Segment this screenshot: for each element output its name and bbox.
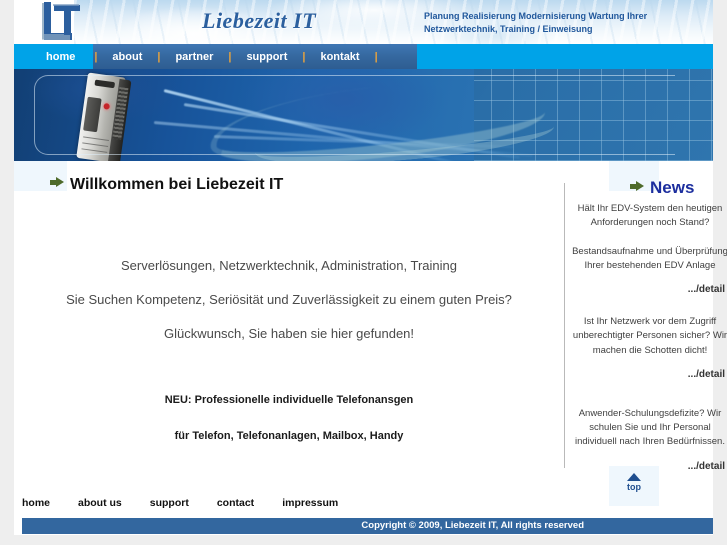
site-footer: home about us support contact impressum … [14, 466, 713, 535]
main-column: Serverlösungen, Netzwerktechnik, Adminis… [24, 191, 554, 453]
nav-link-support[interactable]: support [232, 44, 301, 69]
news-item-text: Anwender-Schulungsdefizite? Wir schulen … [575, 407, 725, 448]
header-tagline: Planung Realisierung Modernisierung Wart… [424, 10, 713, 36]
copyright-text: Copyright © 2009, Liebezeit IT, All righ… [361, 520, 584, 531]
news-item-text: Bestandsaufnahme und Überprüfung Ihrer b… [572, 245, 727, 271]
promo-line-1: NEU: Professionelle individuelle Telefon… [164, 394, 414, 406]
news-detail-link[interactable]: .../detail [571, 282, 727, 297]
footer-link-support[interactable]: support [150, 497, 205, 509]
site-header: Liebezeit IT Planung Realisierung Modern… [14, 0, 713, 44]
news-item: Hält Ihr EDV-System den heutigen Anforde… [565, 202, 727, 297]
chevron-up-icon [627, 473, 641, 481]
lead-line-1: Serverlösungen, Netzwerktechnik, Adminis… [121, 258, 457, 273]
news-item-text: Hält Ihr EDV-System den heutigen Anforde… [577, 203, 723, 229]
nav-item-support[interactable]: support [232, 44, 301, 69]
site-page: Liebezeit IT Planung Realisierung Modern… [14, 0, 727, 535]
nav-link-partner[interactable]: partner [161, 44, 227, 69]
brand-title: Liebezeit IT [202, 8, 317, 33]
tagline-line-1: Planung Realisierung Modernisierung Wart… [424, 11, 648, 21]
nav-link-about[interactable]: about [98, 44, 156, 69]
nav-separator-5: | [374, 50, 378, 63]
tagline-line-2: Netzwerktechnik, Training / Einweisung [424, 24, 593, 35]
arrow-right-icon [50, 176, 64, 188]
primary-nav-bar: home | about | partner | support | konta… [28, 44, 417, 69]
footer-link-home[interactable]: home [22, 497, 66, 509]
nav-link-kontakt[interactable]: kontakt [306, 44, 373, 69]
news-item: Ist Ihr Netzwerk vor dem Zugriff unberec… [565, 315, 727, 382]
news-item-text: Ist Ihr Netzwerk vor dem Zugriff unberec… [572, 316, 727, 356]
news-detail-link[interactable]: .../detail [571, 367, 727, 382]
news-item: Anwender-Schulungsdefizite? Wir schulen … [565, 407, 727, 474]
footer-link-impressum[interactable]: impressum [282, 497, 354, 509]
footer-link-about-us[interactable]: about us [78, 497, 138, 509]
primary-nav-list: home | about | partner | support | konta… [28, 44, 417, 69]
lead-line-3: Glückwunsch, Sie haben sie hier gefunden… [163, 326, 415, 341]
back-to-top-label: top [627, 482, 641, 492]
promo-line-2: für Telefon, Telefonanlagen, Mailbox, Ha… [174, 430, 404, 442]
lit-logo-icon[interactable] [36, 0, 88, 44]
copyright-bar: Copyright © 2009, Liebezeit IT, All righ… [22, 518, 713, 534]
content-area: Willkommen bei Liebezeit IT News Serverl… [14, 161, 727, 474]
back-to-top-button[interactable]: top [609, 466, 659, 506]
nav-link-home[interactable]: home [28, 44, 94, 69]
footer-nav: home about us support contact impressum [22, 497, 354, 509]
banner-border-frame [34, 75, 675, 155]
primary-nav: home | about | partner | support | konta… [14, 44, 713, 69]
nav-item-about[interactable]: about [98, 44, 156, 69]
lead-line-2: Sie Suchen Kompetenz, Seriösität und Zuv… [66, 292, 512, 307]
nav-item-kontakt[interactable]: kontakt [306, 44, 373, 69]
nav-item-partner[interactable]: partner [161, 44, 227, 69]
footer-link-contact[interactable]: contact [217, 497, 270, 509]
nav-item-home[interactable]: home [28, 44, 94, 69]
news-column: Hält Ihr EDV-System den heutigen Anforde… [565, 191, 727, 474]
hero-banner [14, 69, 713, 161]
